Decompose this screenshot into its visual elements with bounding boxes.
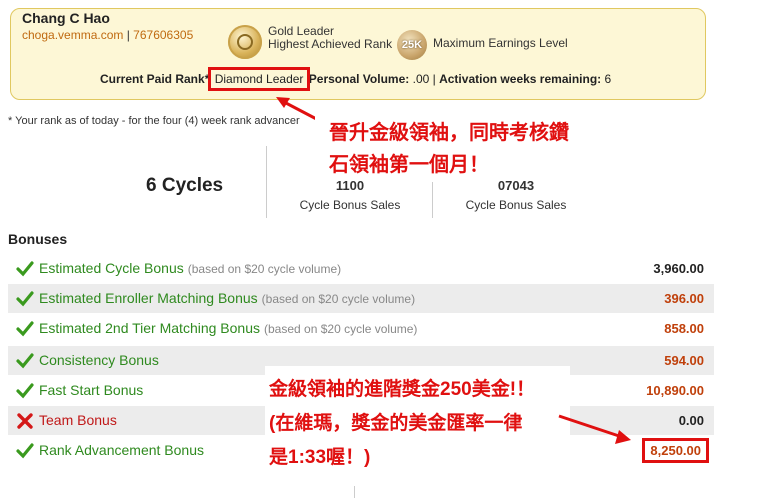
bonus-sub: (based on $20 cycle volume) [187, 262, 342, 276]
member-name: Chang C Hao [22, 10, 110, 26]
annotation-box-1: 晉升金級領袖，同時考核鑽 石領袖第一個月！ [315, 108, 595, 178]
right-cycle-sales-value: 07043 [497, 178, 535, 193]
highest-rank-caption: Highest Achieved Rank [268, 37, 393, 51]
cycles-divider-right [432, 182, 433, 218]
check-icon [16, 261, 34, 277]
bonus-label: Fast Start Bonus [39, 382, 144, 398]
bonus-sub: (based on $20 cycle volume) [264, 322, 418, 336]
paid-rank-value: Diamond Leader [207, 67, 311, 91]
bonus-amount: 8,250.00 [642, 438, 709, 463]
bonus-label: Consistency Bonus [39, 352, 159, 368]
cycles-count: 6 Cycles [146, 175, 224, 196]
pv-label: Personal Volume: [308, 72, 410, 86]
right-cycle-sales-label: Cycle Bonus Sales [465, 198, 567, 212]
member-id: 767606305 [133, 28, 194, 42]
bonus-row-enroller-matching: Estimated Enroller Matching Bonus (based … [8, 284, 714, 314]
check-icon [16, 383, 34, 399]
paid-rank-line: Current Paid Rank* Diamond Leader Person… [100, 67, 612, 91]
highest-rank-label: Gold Leader Highest Achieved Rank [268, 25, 392, 51]
bonus-row-cycle: Estimated Cycle Bonus (based on $20 cycle… [8, 254, 714, 284]
cross-icon [17, 413, 33, 429]
check-icon [16, 291, 34, 307]
check-icon [16, 321, 34, 337]
bonus-label: Estimated Enroller Matching Bonus (based … [39, 290, 416, 306]
weeks-label: Activation weeks remaining: [439, 72, 602, 86]
annotation-box-2: 金級領袖的進階獎金250美金!！ (在維瑪，獎金的美金匯率一律 是1:33喔！) [265, 366, 570, 470]
bonus-amount: 594.00 [664, 353, 704, 368]
bonus-amount: 858.00 [664, 321, 704, 336]
bonus-label: Team Bonus [39, 412, 117, 428]
weeks-value: 6 [604, 72, 612, 86]
bonus-amount: 3,960.00 [653, 261, 704, 276]
member-site: choga.vemma.com | 767606305 [22, 28, 194, 42]
pv-value: .00 [412, 72, 430, 86]
bonus-sub: (based on $20 cycle volume) [261, 292, 416, 306]
bonus-label: Estimated Cycle Bonus (based on $20 cycle… [39, 260, 342, 276]
cycles-divider-left [266, 146, 267, 218]
check-icon [16, 443, 34, 459]
bonus-amount: 0.00 [678, 413, 704, 428]
annotation-arrow-2 [558, 414, 631, 444]
annotation-2-line-1: 金級領袖的進階獎金250美金!！ [269, 379, 536, 400]
bottom-divider [354, 486, 355, 498]
annotation-2-line-2: (在維瑪，獎金的美金匯率一律 [269, 413, 523, 434]
max-earnings-label: Maximum Earnings Level [433, 36, 568, 50]
earnings-level-badge-icon: 25K [397, 30, 427, 60]
annotation-1-line-1: 晉升金級領袖，同時考核鑽 [329, 122, 569, 144]
left-cycle-sales-value: 1100 [335, 178, 365, 193]
annotation-2-line-3: 是1:33喔！) [269, 447, 371, 468]
bonus-amount: 10,890.00 [646, 383, 704, 398]
rank-summary-card [10, 8, 706, 100]
check-icon [16, 353, 34, 369]
bonus-row-2nd-tier: Estimated 2nd Tier Matching Bonus (based … [8, 314, 714, 344]
annotation-1-line-2: 石領袖第一個月！ [329, 154, 489, 176]
bonus-amount: 396.00 [664, 291, 704, 306]
gold-medal-icon [228, 25, 262, 59]
bonus-label: Estimated 2nd Tier Matching Bonus (based … [39, 320, 418, 336]
member-site-link[interactable]: choga.vemma.com [22, 28, 123, 42]
rank-footnote: * Your rank as of today - for the four (… [8, 115, 300, 127]
paid-rank-label: Current Paid Rank* [100, 72, 210, 86]
bonus-label: Rank Advancement Bonus [39, 442, 204, 458]
left-cycle-sales-label: Cycle Bonus Sales [299, 198, 401, 212]
bonuses-title: Bonuses [8, 231, 68, 247]
